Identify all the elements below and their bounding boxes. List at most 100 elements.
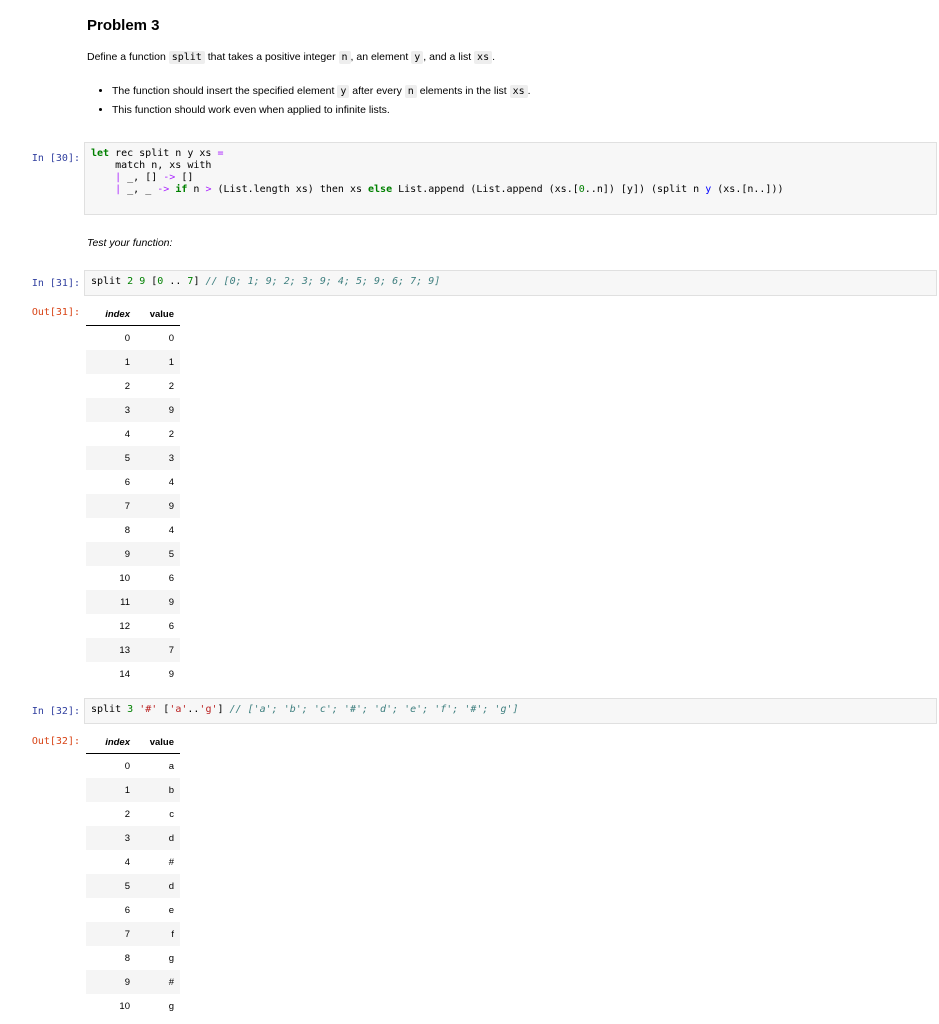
code-text: (List.length xs) then xs [211, 184, 369, 195]
row-value: d [136, 874, 180, 898]
row-index: 11 [86, 590, 136, 614]
code-cell-editor[interactable]: split 2 9 [0 .. 7] // [0; 1; 9; 2; 3; 9;… [84, 270, 937, 296]
code-comment: // [0; 1; 9; 2; 3; 9; 4; 5; 9; 6; 7; 9] [205, 276, 441, 287]
desc-text: , an element [350, 51, 412, 63]
table-row: 0a [86, 754, 180, 779]
inline-code: n [338, 51, 351, 64]
inline-code: y [411, 51, 424, 64]
row-index: 10 [119, 572, 130, 584]
keyword: let [91, 148, 110, 159]
code-text: .. [187, 704, 200, 715]
code-text: match n, xs with [91, 160, 212, 171]
value-header: value [136, 303, 180, 326]
table-row: 10 g [86, 994, 180, 1018]
row-index: 6 [124, 904, 130, 916]
table-row: 10 6 [86, 566, 180, 590]
requirement-item: This function should work even when appl… [112, 101, 531, 119]
code-text: _, [] [121, 172, 164, 183]
header-row: index value [86, 731, 180, 754]
row-index: 9 [86, 542, 136, 566]
row-index: 3 [86, 398, 136, 422]
index-header: index [86, 731, 136, 754]
code-text: split [91, 276, 122, 287]
row-value: 7 [136, 638, 180, 662]
code-text: rec split n y xs [109, 148, 218, 159]
row-index: 0 [124, 332, 130, 344]
code-text: (xs.[n..])) [711, 184, 784, 195]
row-value: 3 [136, 446, 180, 470]
row-index: 9 [86, 970, 136, 994]
code-text: n [187, 184, 206, 195]
code-text: [] [175, 172, 194, 183]
row-value: 4 [168, 476, 174, 488]
table-row: 13 7 [86, 638, 180, 662]
table-row: 11 [86, 350, 180, 374]
row-index: 1 [86, 350, 136, 374]
row-value: 9 [168, 668, 174, 680]
operator: -> [157, 184, 170, 195]
code-cell-editor[interactable]: let rec split n y xs = match n, xs with … [84, 142, 937, 215]
row-index: 14 [119, 668, 130, 680]
inline-code: split [168, 51, 205, 64]
table-row: 11 9 [86, 590, 180, 614]
code-cell-editor[interactable]: split 3 '#' ['a'..'g'] // ['a'; 'b'; 'c'… [84, 698, 937, 724]
code-text: ] [193, 276, 206, 287]
table-row: 39 [86, 398, 180, 422]
problem-description: Define a function split that takes a pos… [87, 50, 495, 65]
row-index: 6 [124, 476, 130, 488]
row-index: 12 [119, 620, 130, 632]
table-row: 64 [86, 470, 180, 494]
table-row: 42 [86, 422, 180, 446]
row-index: 0 [124, 760, 130, 772]
table-row: 8g [86, 946, 180, 970]
row-value: f [136, 922, 180, 946]
input-prompt: In [31]: [31, 278, 80, 289]
table-row: 2c [86, 802, 180, 826]
output-dataframe: index value 0 a 1 b 2 c 3 d 4 #5 d 6 e 7 f 8 g 9 #10 g [86, 731, 180, 1018]
code-text: [ [145, 276, 158, 287]
string-literal: '#' [139, 704, 158, 715]
table-row: 79 [86, 494, 180, 518]
inline-code: n [404, 85, 417, 98]
output-prompt: Out[32]: [31, 736, 80, 747]
table-row: 6e [86, 898, 180, 922]
bullet-text: The function should insert the specified… [112, 85, 338, 97]
row-index: 2 [124, 380, 130, 392]
table-row: 00 [86, 326, 180, 351]
inline-code: y [337, 85, 350, 98]
row-index: 3 [86, 826, 136, 850]
bullet-text: after every [349, 85, 405, 97]
requirements-list: The function should insert the specified… [87, 82, 531, 119]
table-row: 3d [86, 826, 180, 850]
row-value: 2 [168, 380, 174, 392]
table-row: 95 [86, 542, 180, 566]
desc-text: , and a list [423, 51, 475, 63]
row-value: 5 [136, 542, 180, 566]
header-row: index value [86, 303, 180, 326]
row-index: 8 [124, 524, 130, 536]
code-text: List.append (List.append (xs.[ [392, 184, 579, 195]
test-label: Test your function: [87, 237, 173, 249]
row-value: 9 [136, 590, 180, 614]
operator: = [217, 148, 224, 159]
value-header: value [136, 731, 180, 754]
desc-text: . [492, 51, 496, 63]
output-dataframe: index value 0 0 1 1 2 2 3 9 4 2 5 3 6 4 7 9 8 4 9 5 10 6 11 9 12… [86, 303, 180, 686]
code-text: _, _ [121, 184, 158, 195]
row-index: 1 [86, 778, 136, 802]
table-row: 5d [86, 874, 180, 898]
row-value: 9 [136, 494, 180, 518]
row-index: 5 [86, 446, 136, 470]
row-value: # [168, 856, 174, 868]
input-prompt: In [30]: [31, 153, 80, 164]
requirement-item: The function should insert the specified… [112, 82, 531, 101]
row-index: 7 [86, 494, 136, 518]
operator: -> [163, 172, 176, 183]
row-value: 2 [168, 428, 174, 440]
row-value: g [168, 1000, 174, 1012]
table-row: 4 # [86, 850, 180, 874]
row-index: 7 [86, 922, 136, 946]
keyword: if [175, 184, 188, 195]
desc-text: that takes a positive integer [204, 51, 339, 63]
